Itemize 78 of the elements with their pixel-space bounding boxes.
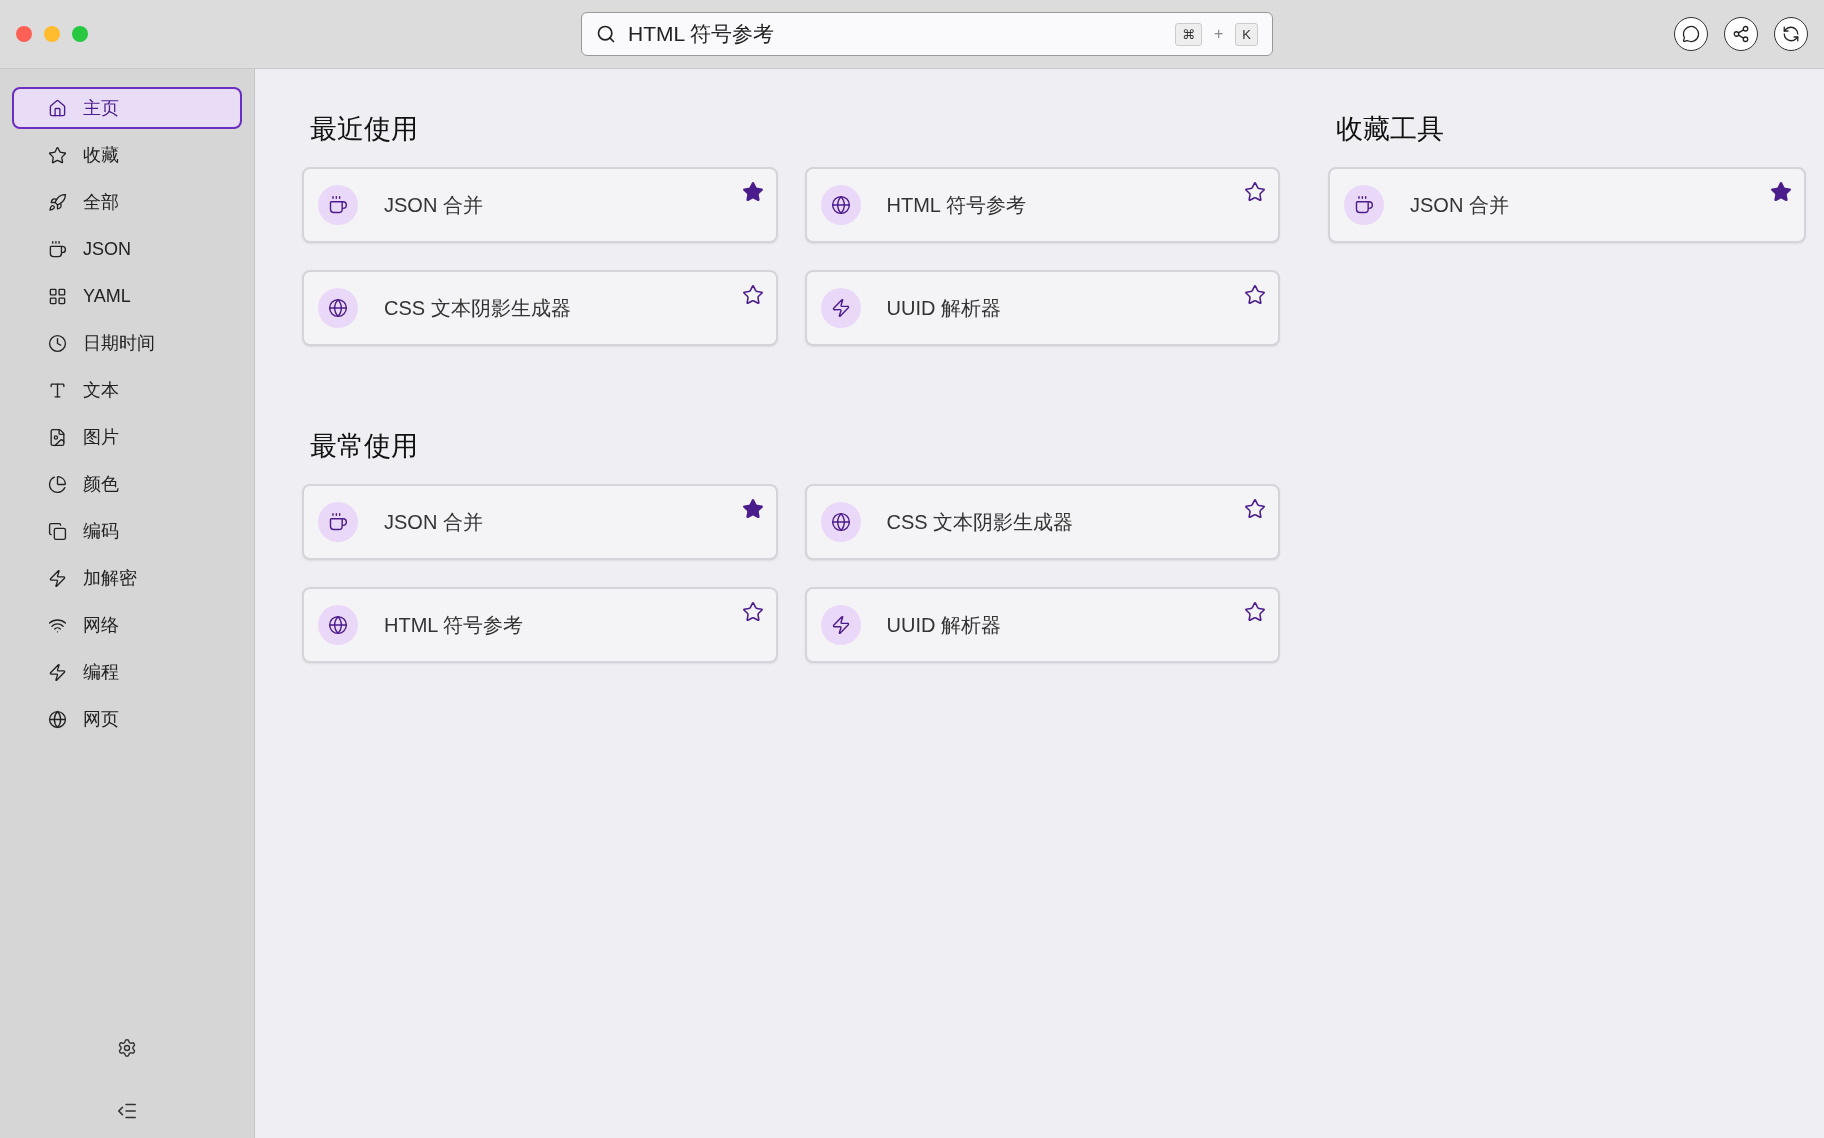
tool-card[interactable]: JSON 合并 (1328, 167, 1806, 243)
favorite-star-button[interactable] (1244, 601, 1266, 623)
sidebar-item[interactable]: 收藏 (12, 134, 242, 176)
favorite-star-button[interactable] (741, 498, 764, 520)
plus-sign: + (1214, 25, 1224, 43)
tool-card[interactable]: JSON 合并 (302, 167, 778, 243)
sync-icon (1782, 25, 1800, 43)
sidebar-item[interactable]: 网络 (12, 604, 242, 646)
toolbar-button[interactable] (1724, 17, 1758, 51)
star-icon (48, 145, 67, 165)
home-icon (48, 98, 67, 118)
tool-card[interactable]: HTML 符号参考 (302, 587, 778, 663)
sidebar-item[interactable]: 编程 (12, 651, 242, 693)
cup-icon (328, 512, 348, 532)
globe-icon (48, 709, 67, 729)
toolbar-button[interactable] (1674, 17, 1708, 51)
section-heading: 最常使用 (310, 430, 419, 463)
cup-icon (1354, 195, 1374, 215)
sidebar-item[interactable]: 日期时间 (12, 322, 242, 364)
search-field[interactable]: HTML 符号参考 ⌘ + K (581, 12, 1273, 56)
sidebar-item[interactable]: 颜色 (12, 463, 242, 505)
tool-title: HTML 符号参考 (384, 612, 524, 638)
favorite-star-button[interactable] (741, 284, 764, 306)
toolbar-button[interactable] (1774, 17, 1808, 51)
globe-icon (830, 512, 851, 532)
section-heading: 最近使用 (310, 113, 419, 146)
favorite-star-button[interactable] (1244, 181, 1266, 203)
text-icon (48, 380, 67, 400)
lightning-icon (830, 298, 851, 318)
tool-title: CSS 文本阴影生成器 (886, 509, 1074, 535)
tool-card[interactable]: UUID 解析器 (804, 270, 1280, 346)
favorite-star-button[interactable] (1770, 181, 1792, 203)
shortcut-key: ⌘ (1175, 22, 1202, 46)
settings-icon[interactable] (117, 1038, 137, 1058)
tool-card[interactable]: CSS 文本阴影生成器 (302, 270, 778, 346)
sidebar-item[interactable]: 编码 (12, 510, 242, 552)
favorite-star-button[interactable] (741, 181, 764, 203)
lightning-icon (830, 615, 851, 635)
sidebar-item[interactable]: 主页 (12, 87, 242, 129)
sidebar-item[interactable]: 文本 (12, 369, 242, 411)
tool-card[interactable]: UUID 解析器 (804, 587, 1280, 663)
tool-card[interactable]: HTML 符号参考 (804, 167, 1280, 243)
globe-icon (830, 195, 851, 215)
chat-icon (1682, 25, 1700, 43)
favorite-star-button[interactable] (1244, 498, 1266, 520)
sidebar-item[interactable]: 网页 (12, 698, 242, 740)
sidebar-item[interactable]: 图片 (12, 416, 242, 458)
section-heading: 收藏工具 (1336, 113, 1445, 146)
tool-title: JSON 合并 (384, 509, 483, 535)
globe-icon (328, 298, 348, 318)
lightning-icon (48, 662, 67, 682)
rocket-icon (48, 192, 67, 212)
grid-icon (48, 286, 67, 306)
search-icon (596, 24, 616, 44)
sidebar-item[interactable]: 全部 (12, 181, 242, 223)
tool-title: JSON 合并 (1410, 192, 1509, 218)
sidebar-item[interactable]: YAML (12, 275, 242, 317)
tool-card[interactable]: CSS 文本阴影生成器 (804, 484, 1280, 560)
copy-icon (48, 521, 67, 541)
cup-icon (48, 239, 67, 259)
clock-icon (48, 333, 67, 353)
sidebar-item[interactable]: JSON (12, 228, 242, 270)
globe-icon (328, 615, 348, 635)
image-file-icon (48, 427, 67, 447)
tool-title: UUID 解析器 (886, 295, 1001, 321)
sidebar-item[interactable]: 加解密 (12, 557, 242, 599)
lightning-icon (48, 568, 67, 588)
favorite-star-button[interactable] (741, 601, 764, 623)
tool-title: HTML 符号参考 (886, 192, 1026, 218)
tool-card[interactable]: JSON 合并 (302, 484, 778, 560)
favorite-star-button[interactable] (1244, 284, 1266, 306)
pie-chart-icon (48, 474, 67, 494)
cup-icon (328, 195, 348, 215)
share-icon (1732, 25, 1750, 43)
tool-title: JSON 合并 (384, 192, 483, 218)
tool-title: UUID 解析器 (886, 612, 1001, 638)
tool-title: CSS 文本阴影生成器 (384, 295, 571, 321)
shortcut-key: K (1235, 22, 1258, 46)
